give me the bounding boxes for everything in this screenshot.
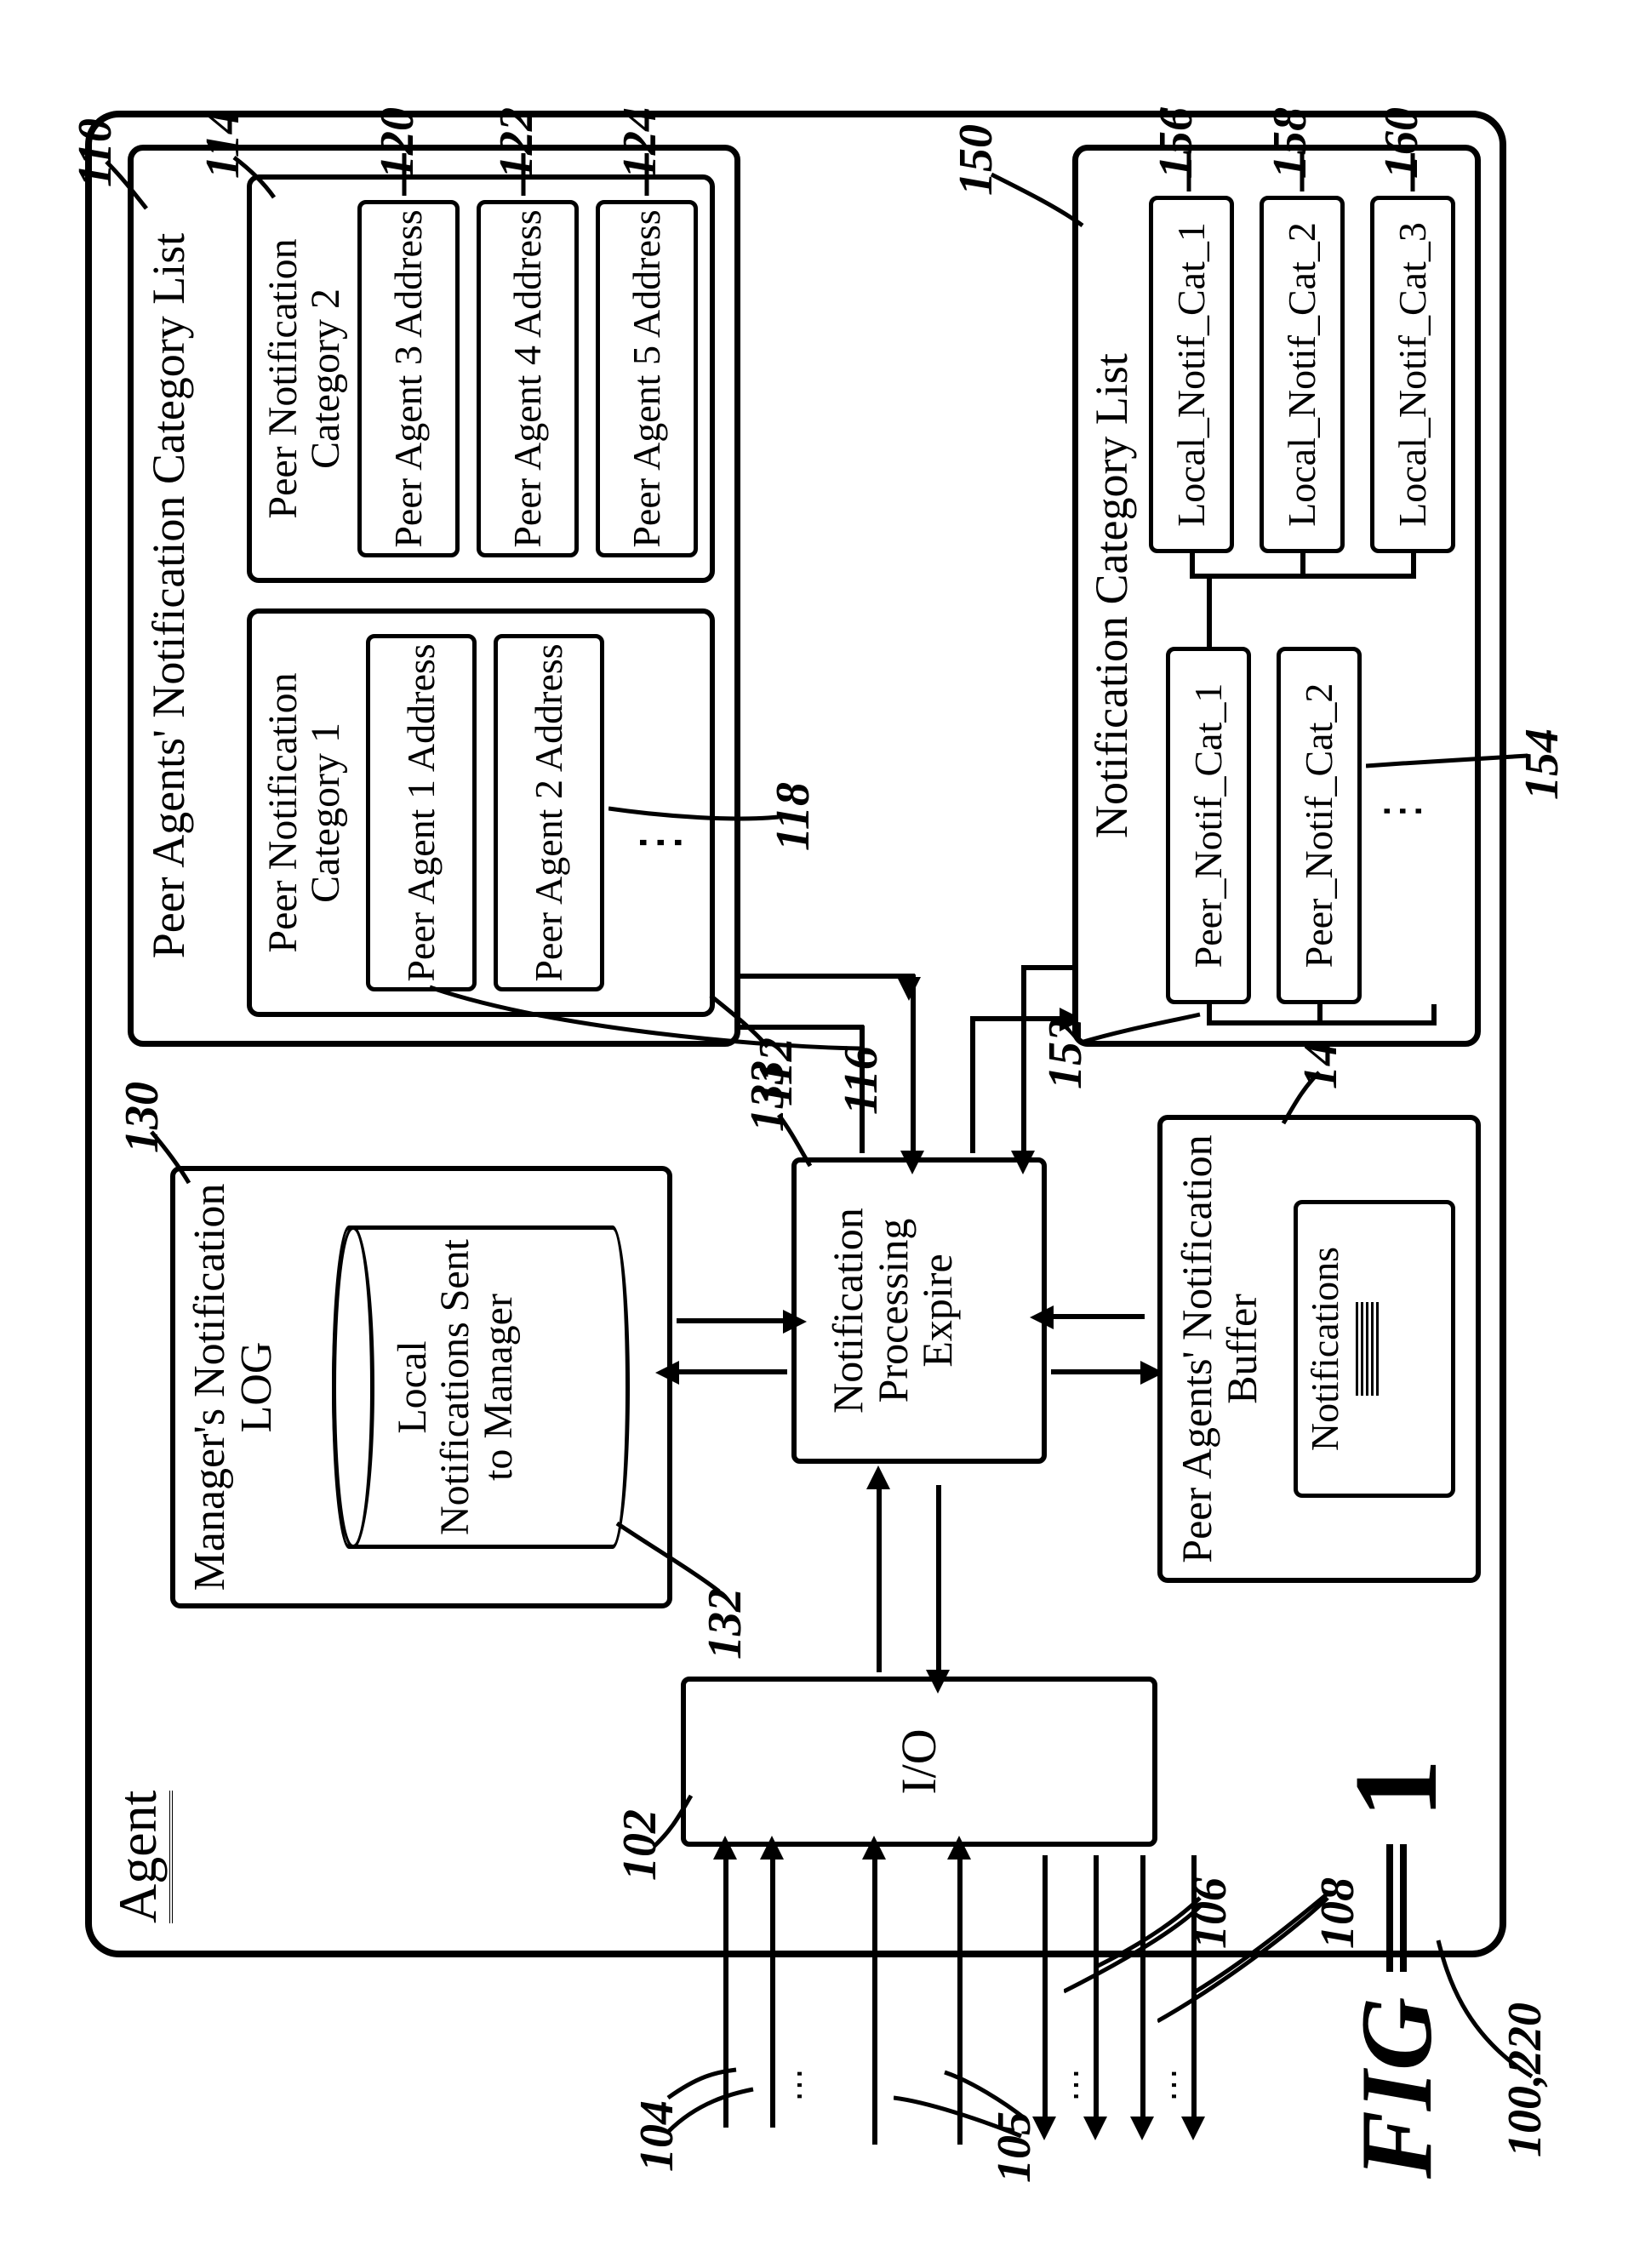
leader-108 — [1157, 1881, 1336, 2025]
dots-108: ⋯ — [1153, 2068, 1193, 2102]
leader-132 — [613, 1506, 723, 1600]
leader-150 — [987, 162, 1089, 238]
leader-130 — [145, 1123, 196, 1191]
leader-124 — [634, 149, 660, 200]
managers-log-title: Manager's Notification LOG — [187, 1174, 280, 1600]
leader-120 — [391, 149, 417, 200]
peer-agent4: Peer Agent 4 Address — [477, 200, 579, 557]
leader-140 — [1277, 1064, 1328, 1132]
leader-114 — [230, 145, 281, 204]
ref-116: 116 — [834, 1046, 888, 1115]
cat1-ellipsis: ⋮ — [630, 817, 689, 868]
local-notif-cat-1: Local_Notif_Cat_1 — [1149, 196, 1234, 553]
buffer-list-label: Notifications — [1305, 1247, 1345, 1451]
leader-152 — [1077, 987, 1204, 1055]
leader-110 — [102, 145, 153, 213]
leader-104 — [664, 2034, 766, 2136]
peer-notif-cat-1: Peer_Notif_Cat_1 — [1166, 647, 1251, 1004]
peer-agent1: Peer Agent 1 Address — [366, 634, 477, 991]
peer-cat1-title: Peer Notification Category 1 — [262, 617, 348, 1008]
peer-agent3: Peer Agent 3 Address — [357, 200, 460, 557]
local-notif-cat-3: Local_Notif_Cat_3 — [1370, 196, 1455, 553]
peer-cat2-title: Peer Notification Category 2 — [262, 183, 348, 574]
leader-156 — [1179, 149, 1200, 196]
peer-agent5: Peer Agent 5 Address — [596, 200, 698, 557]
local-notif-cat-2: Local_Notif_Cat_2 — [1260, 196, 1345, 553]
agent-title: Agent — [106, 1791, 169, 1923]
dots-106: ⋯ — [1055, 2068, 1095, 2102]
leader-154 — [1366, 732, 1536, 800]
leader-158 — [1292, 149, 1313, 196]
notifications-lines-icon — [1356, 1302, 1379, 1396]
peer-notif-cat-2: Peer_Notif_Cat_2 — [1277, 647, 1362, 1004]
notif-cat-list-title: Notification Category List — [1088, 272, 1136, 919]
managers-log-cyl-label: Local Notifications Sent to Manager — [391, 1234, 520, 1540]
peer-agent2: Peer Agent 2 Address — [494, 634, 604, 991]
leader-116 — [426, 979, 868, 1055]
figure-label: FIG 1 — [1328, 1759, 1465, 2179]
buffer-title: Peer Agents' Notification Buffer — [1174, 1123, 1264, 1574]
leader-160 — [1402, 149, 1424, 196]
dots-104: ⋯ — [779, 2068, 819, 2102]
io-label: I/O — [894, 1677, 945, 1847]
leader-122 — [511, 149, 536, 200]
buffer-list: Notifications — [1294, 1200, 1455, 1498]
leader-105 — [894, 2042, 1030, 2145]
leader-133 — [774, 1106, 817, 1174]
notif-proc-label: Notification Processing Expire — [826, 1166, 960, 1455]
leader-102 — [647, 1787, 698, 1855]
peer-cat-list-title: Peer Agents' Notification Category List — [145, 153, 193, 1038]
